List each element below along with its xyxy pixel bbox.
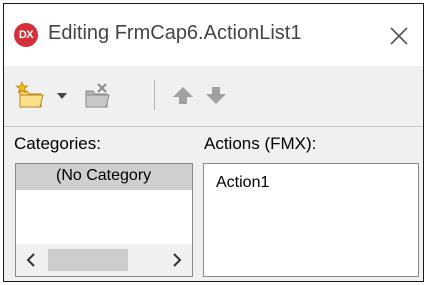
window-title: Editing FrmCap6.ActionList1 <box>48 22 302 44</box>
new-action-dropdown-button[interactable] <box>54 80 70 110</box>
close-button[interactable] <box>386 20 412 50</box>
scroll-thumb[interactable] <box>48 249 128 271</box>
panel-labels: Categories: Actions (FMX): <box>4 126 423 159</box>
delete-action-button[interactable] <box>80 80 114 110</box>
category-item[interactable]: (No Category <box>16 164 192 190</box>
app-icon: DX <box>14 23 38 47</box>
title-bar: DX Editing FrmCap6.ActionList1 <box>4 4 423 66</box>
action-item[interactable]: Action1 <box>216 174 269 192</box>
close-icon <box>390 27 408 45</box>
categories-label: Categories: <box>14 134 101 153</box>
move-down-icon <box>206 87 226 104</box>
actions-label: Actions (FMX): <box>204 134 317 153</box>
move-up-button[interactable] <box>169 80 197 110</box>
category-item-label: (No Category <box>56 167 152 184</box>
dropdown-arrow-icon <box>57 93 67 99</box>
move-down-button[interactable] <box>202 80 230 110</box>
toolbar-separator <box>154 80 155 110</box>
move-up-icon <box>173 87 193 104</box>
categories-horizontal-scrollbar[interactable] <box>16 244 192 276</box>
scroll-right-button[interactable] <box>162 244 192 276</box>
new-action-button[interactable] <box>14 80 48 110</box>
toolbar <box>4 66 423 126</box>
scroll-left-button[interactable] <box>16 244 46 276</box>
delete-action-icon <box>85 83 110 108</box>
chevron-right-icon <box>173 253 182 267</box>
chevron-left-icon <box>26 253 35 267</box>
actions-list[interactable]: Action1 <box>203 163 419 277</box>
new-action-icon <box>15 80 44 108</box>
categories-list[interactable]: (No Category <box>15 163 193 277</box>
